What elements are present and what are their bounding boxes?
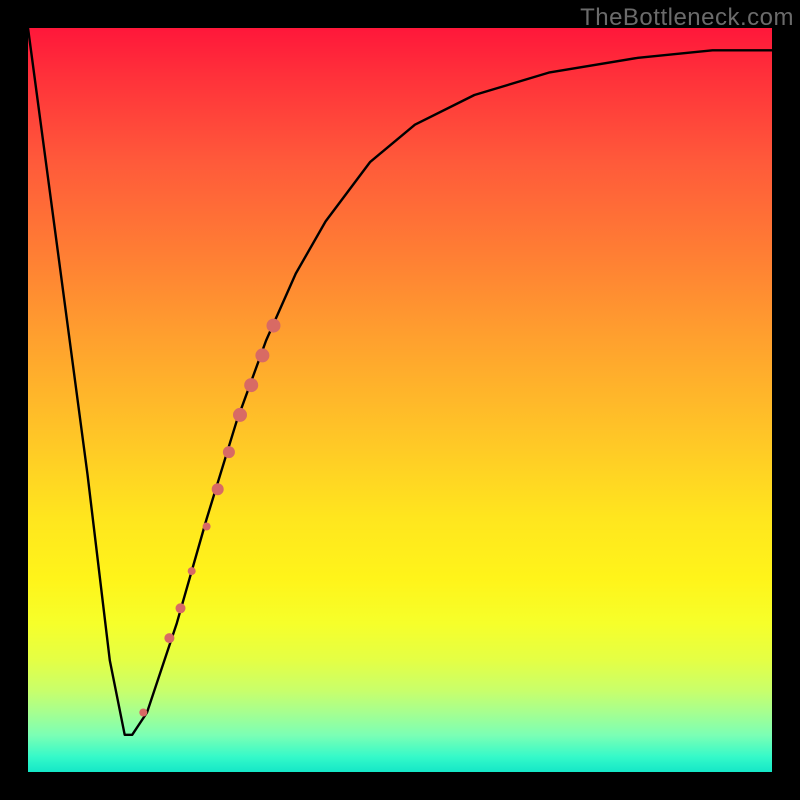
chart-frame: TheBottleneck.com — [0, 0, 800, 800]
plot-area — [28, 28, 772, 772]
curve-marker — [188, 567, 196, 575]
bottleneck-curve — [28, 28, 772, 735]
curve-marker — [212, 483, 224, 495]
watermark-text: TheBottleneck.com — [580, 4, 794, 32]
curve-marker — [223, 446, 235, 458]
curve-markers — [139, 319, 280, 717]
curve-marker — [176, 603, 186, 613]
curve-marker — [164, 633, 174, 643]
curve-marker — [233, 408, 247, 422]
curve-marker — [203, 523, 211, 531]
chart-svg — [28, 28, 772, 772]
curve-marker — [267, 319, 281, 333]
curve-marker — [139, 709, 147, 717]
curve-marker — [244, 378, 258, 392]
curve-marker — [255, 348, 269, 362]
